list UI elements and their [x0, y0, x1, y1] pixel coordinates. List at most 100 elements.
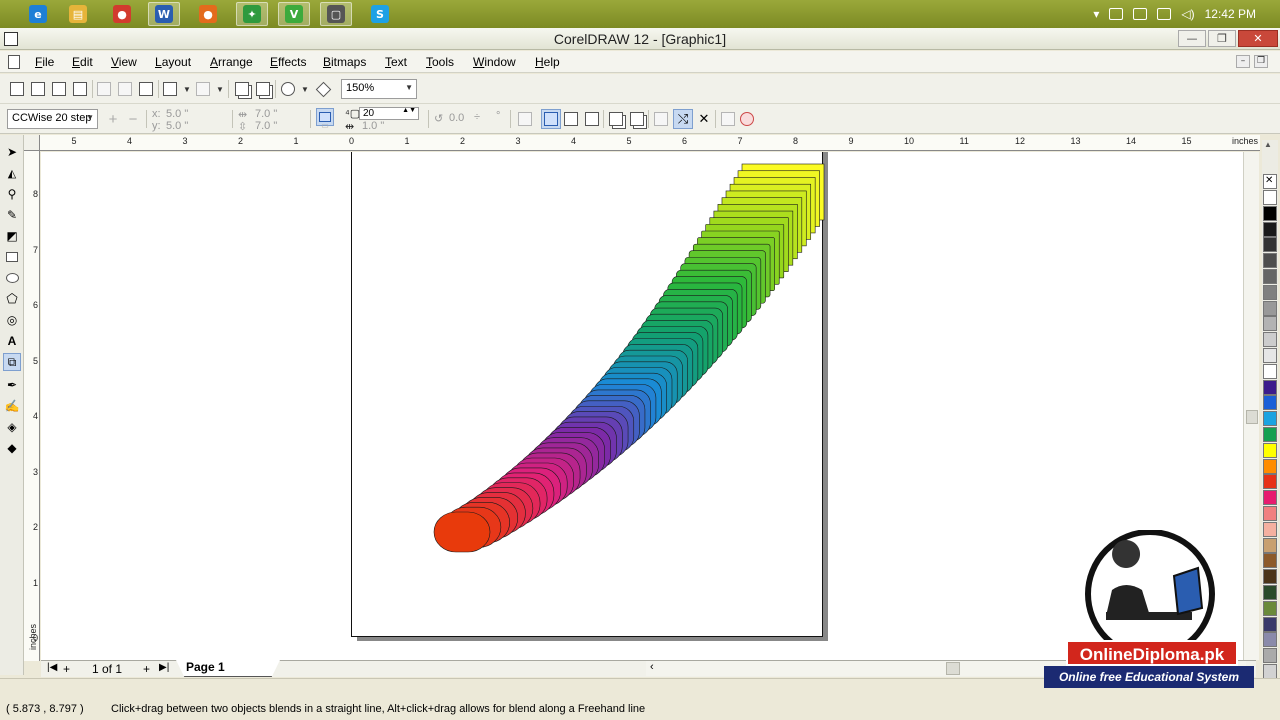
skype-icon[interactable]: S [364, 2, 396, 26]
color-swatch[interactable] [1263, 474, 1277, 490]
color-swatch[interactable] [1263, 506, 1277, 521]
redo-dropdown-icon[interactable]: ▼ [216, 85, 224, 94]
color-swatch[interactable] [1263, 284, 1277, 300]
zoom-tool-icon[interactable]: ⚲ [3, 185, 21, 203]
outline-tool-icon[interactable]: ✍ [3, 397, 21, 415]
text-tool-icon[interactable]: A [3, 332, 21, 350]
internet-explorer-icon[interactable]: e [22, 2, 54, 26]
interactive-fill-tool-icon[interactable]: ◆ [3, 439, 21, 457]
add-page-after-icon[interactable]: + [143, 662, 150, 676]
color-swatch[interactable] [1263, 442, 1277, 458]
object-acceleration-icon[interactable] [607, 110, 625, 128]
color-swatch[interactable] [1263, 237, 1277, 253]
color-swatch[interactable] [1263, 332, 1277, 348]
volume-icon[interactable]: ◁) [1181, 7, 1194, 21]
color-swatch[interactable] [1263, 458, 1277, 474]
path-properties-icon[interactable]: ⤭ [673, 109, 693, 129]
camtasia-icon[interactable]: V [278, 2, 310, 26]
color-swatch[interactable] [1263, 490, 1277, 506]
horizontal-ruler[interactable]: 5 4 3 2 1 0 1 2 3 4 5 6 7 8 9 10 11 12 13 14 15 [24, 135, 1260, 151]
launcher-dropdown-icon[interactable]: ▼ [301, 85, 309, 94]
color-swatch[interactable] [1263, 411, 1277, 427]
vertical-scroll-thumb[interactable] [1246, 410, 1258, 424]
copy-blend-properties-icon[interactable] [719, 110, 737, 128]
more-blend-options-icon[interactable]: ✕ [695, 110, 713, 128]
smart-fill-tool-icon[interactable]: ◩ [3, 227, 21, 245]
menu-arrange[interactable]: Arrange [210, 55, 253, 69]
ruler-origin[interactable] [24, 135, 40, 151]
cut-icon[interactable] [95, 80, 113, 98]
start-end-properties-icon[interactable] [652, 110, 670, 128]
x-position-value[interactable]: 5.0 " [166, 108, 188, 120]
coreldraw-icon[interactable]: ✦ [236, 2, 268, 26]
color-swatch[interactable] [1263, 537, 1277, 553]
print-icon[interactable] [71, 80, 89, 98]
menu-window[interactable]: Window [473, 55, 516, 69]
document-minimize-button[interactable]: – [1236, 55, 1250, 68]
ellipse-tool-icon[interactable] [3, 269, 21, 287]
menu-text[interactable]: Text [385, 55, 407, 69]
color-swatch[interactable] [1263, 648, 1277, 664]
vertical-ruler[interactable]: 876543210 [24, 151, 40, 661]
color-swatch[interactable] [1263, 190, 1277, 205]
color-swatch[interactable] [1263, 300, 1277, 316]
menu-layout[interactable]: Layout [155, 55, 191, 69]
import-icon[interactable] [233, 80, 251, 98]
blend-direction-select[interactable]: CCWise 20 step ▼ [7, 109, 98, 129]
rectangle-tool-icon[interactable] [3, 248, 21, 266]
stepper-icon[interactable]: ▲▼ [402, 108, 416, 114]
menu-effects[interactable]: Effects [270, 55, 306, 69]
clock[interactable]: 12:42 PM [1205, 7, 1256, 21]
pick-tool-icon[interactable]: ➤ [3, 143, 21, 161]
color-swatch[interactable] [1263, 616, 1277, 632]
blend-steps-input[interactable]: 20 ▲▼ [359, 107, 419, 120]
freehand-tool-icon[interactable]: ✎ [3, 206, 21, 224]
color-swatch[interactable] [1263, 316, 1277, 332]
object-width-value[interactable]: 7.0 " [255, 108, 277, 120]
shape-tool-icon[interactable]: ◭ [3, 164, 21, 182]
blend-start-ellipse[interactable] [433, 511, 491, 553]
zoom-level-select[interactable]: 150% ▼ [341, 79, 417, 99]
polygon-tool-icon[interactable]: ⬠ [3, 290, 21, 308]
export-icon[interactable] [254, 80, 272, 98]
menu-edit[interactable]: Edit [72, 55, 93, 69]
document-icon[interactable] [8, 55, 20, 69]
color-swatch[interactable] [1263, 553, 1277, 569]
clear-blend-icon[interactable] [738, 110, 756, 128]
counterclockwise-blend-icon[interactable] [583, 110, 601, 128]
scroll-left-icon[interactable]: ‹ [650, 661, 654, 673]
corel-online-icon[interactable] [314, 80, 332, 98]
color-swatch[interactable] [1263, 221, 1277, 237]
chevron-up-icon[interactable]: ▾ [1093, 7, 1099, 21]
delete-preset-icon[interactable]: − [124, 110, 142, 128]
network-icon[interactable] [1133, 8, 1148, 20]
y-position-value[interactable]: 5.0 " [166, 120, 188, 132]
color-swatch[interactable] [1263, 521, 1277, 537]
copy-icon[interactable] [116, 80, 134, 98]
window-icon[interactable]: ▢ [320, 2, 352, 26]
restore-button[interactable]: ❐ [1208, 30, 1236, 47]
horizontal-scroll-thumb[interactable] [946, 662, 960, 675]
battery-icon[interactable] [1157, 8, 1172, 20]
file-explorer-icon[interactable]: ▤ [62, 2, 94, 26]
color-swatch[interactable] [1263, 395, 1277, 411]
open-icon[interactable] [29, 80, 47, 98]
add-preset-icon[interactable]: + [104, 110, 122, 128]
save-icon[interactable] [50, 80, 68, 98]
color-swatch[interactable] [1263, 427, 1277, 442]
application-launcher-icon[interactable] [279, 80, 297, 98]
undo-dropdown-icon[interactable]: ▼ [183, 85, 191, 94]
eyedropper-tool-icon[interactable]: ✒ [3, 376, 21, 394]
color-swatch[interactable] [1263, 363, 1277, 379]
color-acceleration-icon[interactable] [628, 110, 646, 128]
blend-rotation-value[interactable]: 0.0 [449, 112, 464, 124]
chrome-icon[interactable]: ● [106, 2, 138, 26]
loop-blend-icon[interactable] [516, 110, 534, 128]
color-swatch[interactable] [1263, 569, 1277, 585]
color-swatch[interactable] [1263, 664, 1277, 679]
no-color-swatch[interactable]: ✕ [1263, 174, 1277, 189]
close-button[interactable]: ✕ [1238, 30, 1278, 47]
add-page-before-icon[interactable]: + [63, 662, 70, 676]
flag-icon[interactable] [1109, 8, 1124, 20]
page-tab[interactable]: Page 1 [176, 660, 280, 677]
